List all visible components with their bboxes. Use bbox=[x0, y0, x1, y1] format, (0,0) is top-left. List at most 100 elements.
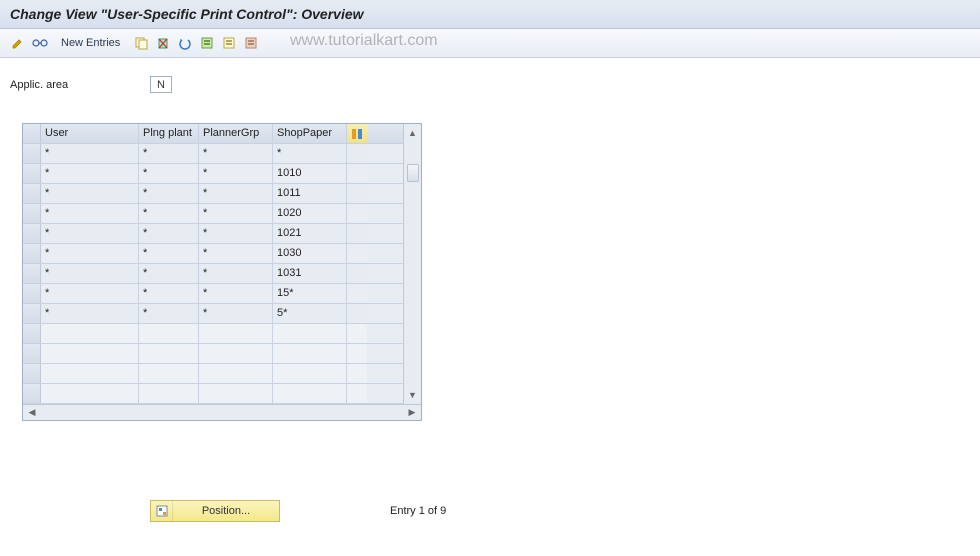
table-row-empty[interactable] bbox=[23, 364, 403, 384]
scroll-up-icon[interactable]: ▲ bbox=[406, 126, 420, 140]
cell-user[interactable] bbox=[41, 344, 139, 363]
col-plant[interactable]: Plng plant bbox=[139, 124, 199, 143]
row-selector[interactable] bbox=[23, 144, 41, 163]
scroll-down-icon[interactable]: ▼ bbox=[406, 388, 420, 402]
cell-plannergrp[interactable]: * bbox=[199, 144, 273, 163]
cell-user[interactable]: * bbox=[41, 184, 139, 203]
cell-plant[interactable]: * bbox=[139, 144, 199, 163]
table-row[interactable]: ***1030 bbox=[23, 244, 403, 264]
cell-plant[interactable]: * bbox=[139, 204, 199, 223]
table-row-empty[interactable] bbox=[23, 324, 403, 344]
cell-plant[interactable] bbox=[139, 384, 199, 403]
cell-user[interactable] bbox=[41, 324, 139, 343]
cell-shoppaper[interactable] bbox=[273, 344, 347, 363]
cell-plant[interactable]: * bbox=[139, 284, 199, 303]
table-row[interactable]: ***1021 bbox=[23, 224, 403, 244]
table-row[interactable]: ***1011 bbox=[23, 184, 403, 204]
select-all-icon[interactable] bbox=[197, 33, 217, 53]
row-selector[interactable] bbox=[23, 264, 41, 283]
row-selector[interactable] bbox=[23, 224, 41, 243]
cell-shoppaper[interactable]: 1010 bbox=[273, 164, 347, 183]
col-user[interactable]: User bbox=[41, 124, 139, 143]
cell-plant[interactable]: * bbox=[139, 304, 199, 323]
col-shoppaper[interactable]: ShopPaper bbox=[273, 124, 347, 143]
row-selector[interactable] bbox=[23, 384, 41, 403]
position-button[interactable]: Position... bbox=[150, 500, 280, 522]
table-row-empty[interactable] bbox=[23, 384, 403, 404]
row-selector[interactable] bbox=[23, 324, 41, 343]
row-selector[interactable] bbox=[23, 344, 41, 363]
table-row[interactable]: ***15* bbox=[23, 284, 403, 304]
row-selector[interactable] bbox=[23, 184, 41, 203]
cell-plant[interactable]: * bbox=[139, 264, 199, 283]
undo-icon[interactable] bbox=[175, 33, 195, 53]
cell-user[interactable]: * bbox=[41, 304, 139, 323]
scroll-right-icon[interactable]: ▶ bbox=[405, 407, 419, 419]
cell-user[interactable]: * bbox=[41, 244, 139, 263]
cell-plant[interactable] bbox=[139, 324, 199, 343]
cell-user[interactable] bbox=[41, 384, 139, 403]
table-row[interactable]: ***1020 bbox=[23, 204, 403, 224]
cell-shoppaper[interactable]: 15* bbox=[273, 284, 347, 303]
table-settings-icon[interactable] bbox=[347, 124, 367, 143]
cell-shoppaper[interactable] bbox=[273, 384, 347, 403]
cell-shoppaper[interactable] bbox=[273, 324, 347, 343]
row-selector[interactable] bbox=[23, 364, 41, 383]
cell-plannergrp[interactable]: * bbox=[199, 304, 273, 323]
cell-plant[interactable]: * bbox=[139, 164, 199, 183]
cell-shoppaper[interactable]: 1011 bbox=[273, 184, 347, 203]
new-entries-button[interactable]: New Entries bbox=[52, 33, 129, 53]
vertical-scrollbar[interactable]: ▲ ▼ bbox=[403, 124, 421, 404]
cell-shoppaper[interactable]: 1021 bbox=[273, 224, 347, 243]
cell-plant[interactable]: * bbox=[139, 224, 199, 243]
row-selector-header[interactable] bbox=[23, 124, 41, 143]
table-row-empty[interactable] bbox=[23, 344, 403, 364]
cell-shoppaper[interactable]: 5* bbox=[273, 304, 347, 323]
cell-plannergrp[interactable] bbox=[199, 324, 273, 343]
scroll-left-icon[interactable]: ◀ bbox=[25, 407, 39, 419]
toggle-display-change-icon[interactable] bbox=[8, 33, 28, 53]
cell-plannergrp[interactable]: * bbox=[199, 204, 273, 223]
cell-user[interactable] bbox=[41, 364, 139, 383]
cell-plant[interactable] bbox=[139, 364, 199, 383]
row-selector[interactable] bbox=[23, 204, 41, 223]
cell-plant[interactable]: * bbox=[139, 184, 199, 203]
scroll-thumb[interactable] bbox=[407, 164, 419, 182]
cell-plannergrp[interactable]: * bbox=[199, 284, 273, 303]
cell-plannergrp[interactable]: * bbox=[199, 224, 273, 243]
glasses-icon[interactable] bbox=[30, 33, 50, 53]
delete-icon[interactable] bbox=[153, 33, 173, 53]
row-selector[interactable] bbox=[23, 164, 41, 183]
table-row[interactable]: ***1010 bbox=[23, 164, 403, 184]
table-row[interactable]: ***1031 bbox=[23, 264, 403, 284]
cell-plant[interactable] bbox=[139, 344, 199, 363]
cell-shoppaper[interactable]: 1031 bbox=[273, 264, 347, 283]
cell-plannergrp[interactable]: * bbox=[199, 164, 273, 183]
deselect-all-icon[interactable] bbox=[241, 33, 261, 53]
table-row[interactable]: ***5* bbox=[23, 304, 403, 324]
cell-plant[interactable]: * bbox=[139, 244, 199, 263]
cell-shoppaper[interactable]: * bbox=[273, 144, 347, 163]
cell-shoppaper[interactable] bbox=[273, 364, 347, 383]
select-block-icon[interactable] bbox=[219, 33, 239, 53]
row-selector[interactable] bbox=[23, 244, 41, 263]
cell-user[interactable]: * bbox=[41, 264, 139, 283]
cell-user[interactable]: * bbox=[41, 164, 139, 183]
cell-user[interactable]: * bbox=[41, 144, 139, 163]
row-selector[interactable] bbox=[23, 304, 41, 323]
cell-user[interactable]: * bbox=[41, 204, 139, 223]
horizontal-scrollbar[interactable]: ◀ ▶ bbox=[23, 404, 421, 420]
cell-plannergrp[interactable] bbox=[199, 344, 273, 363]
cell-plannergrp[interactable]: * bbox=[199, 244, 273, 263]
cell-shoppaper[interactable]: 1030 bbox=[273, 244, 347, 263]
applic-area-input[interactable] bbox=[150, 76, 172, 93]
copy-as-icon[interactable] bbox=[131, 33, 151, 53]
cell-plannergrp[interactable]: * bbox=[199, 264, 273, 283]
cell-plannergrp[interactable] bbox=[199, 384, 273, 403]
cell-plannergrp[interactable]: * bbox=[199, 184, 273, 203]
row-selector[interactable] bbox=[23, 284, 41, 303]
cell-user[interactable]: * bbox=[41, 284, 139, 303]
cell-user[interactable]: * bbox=[41, 224, 139, 243]
cell-plannergrp[interactable] bbox=[199, 364, 273, 383]
col-plannergrp[interactable]: PlannerGrp bbox=[199, 124, 273, 143]
